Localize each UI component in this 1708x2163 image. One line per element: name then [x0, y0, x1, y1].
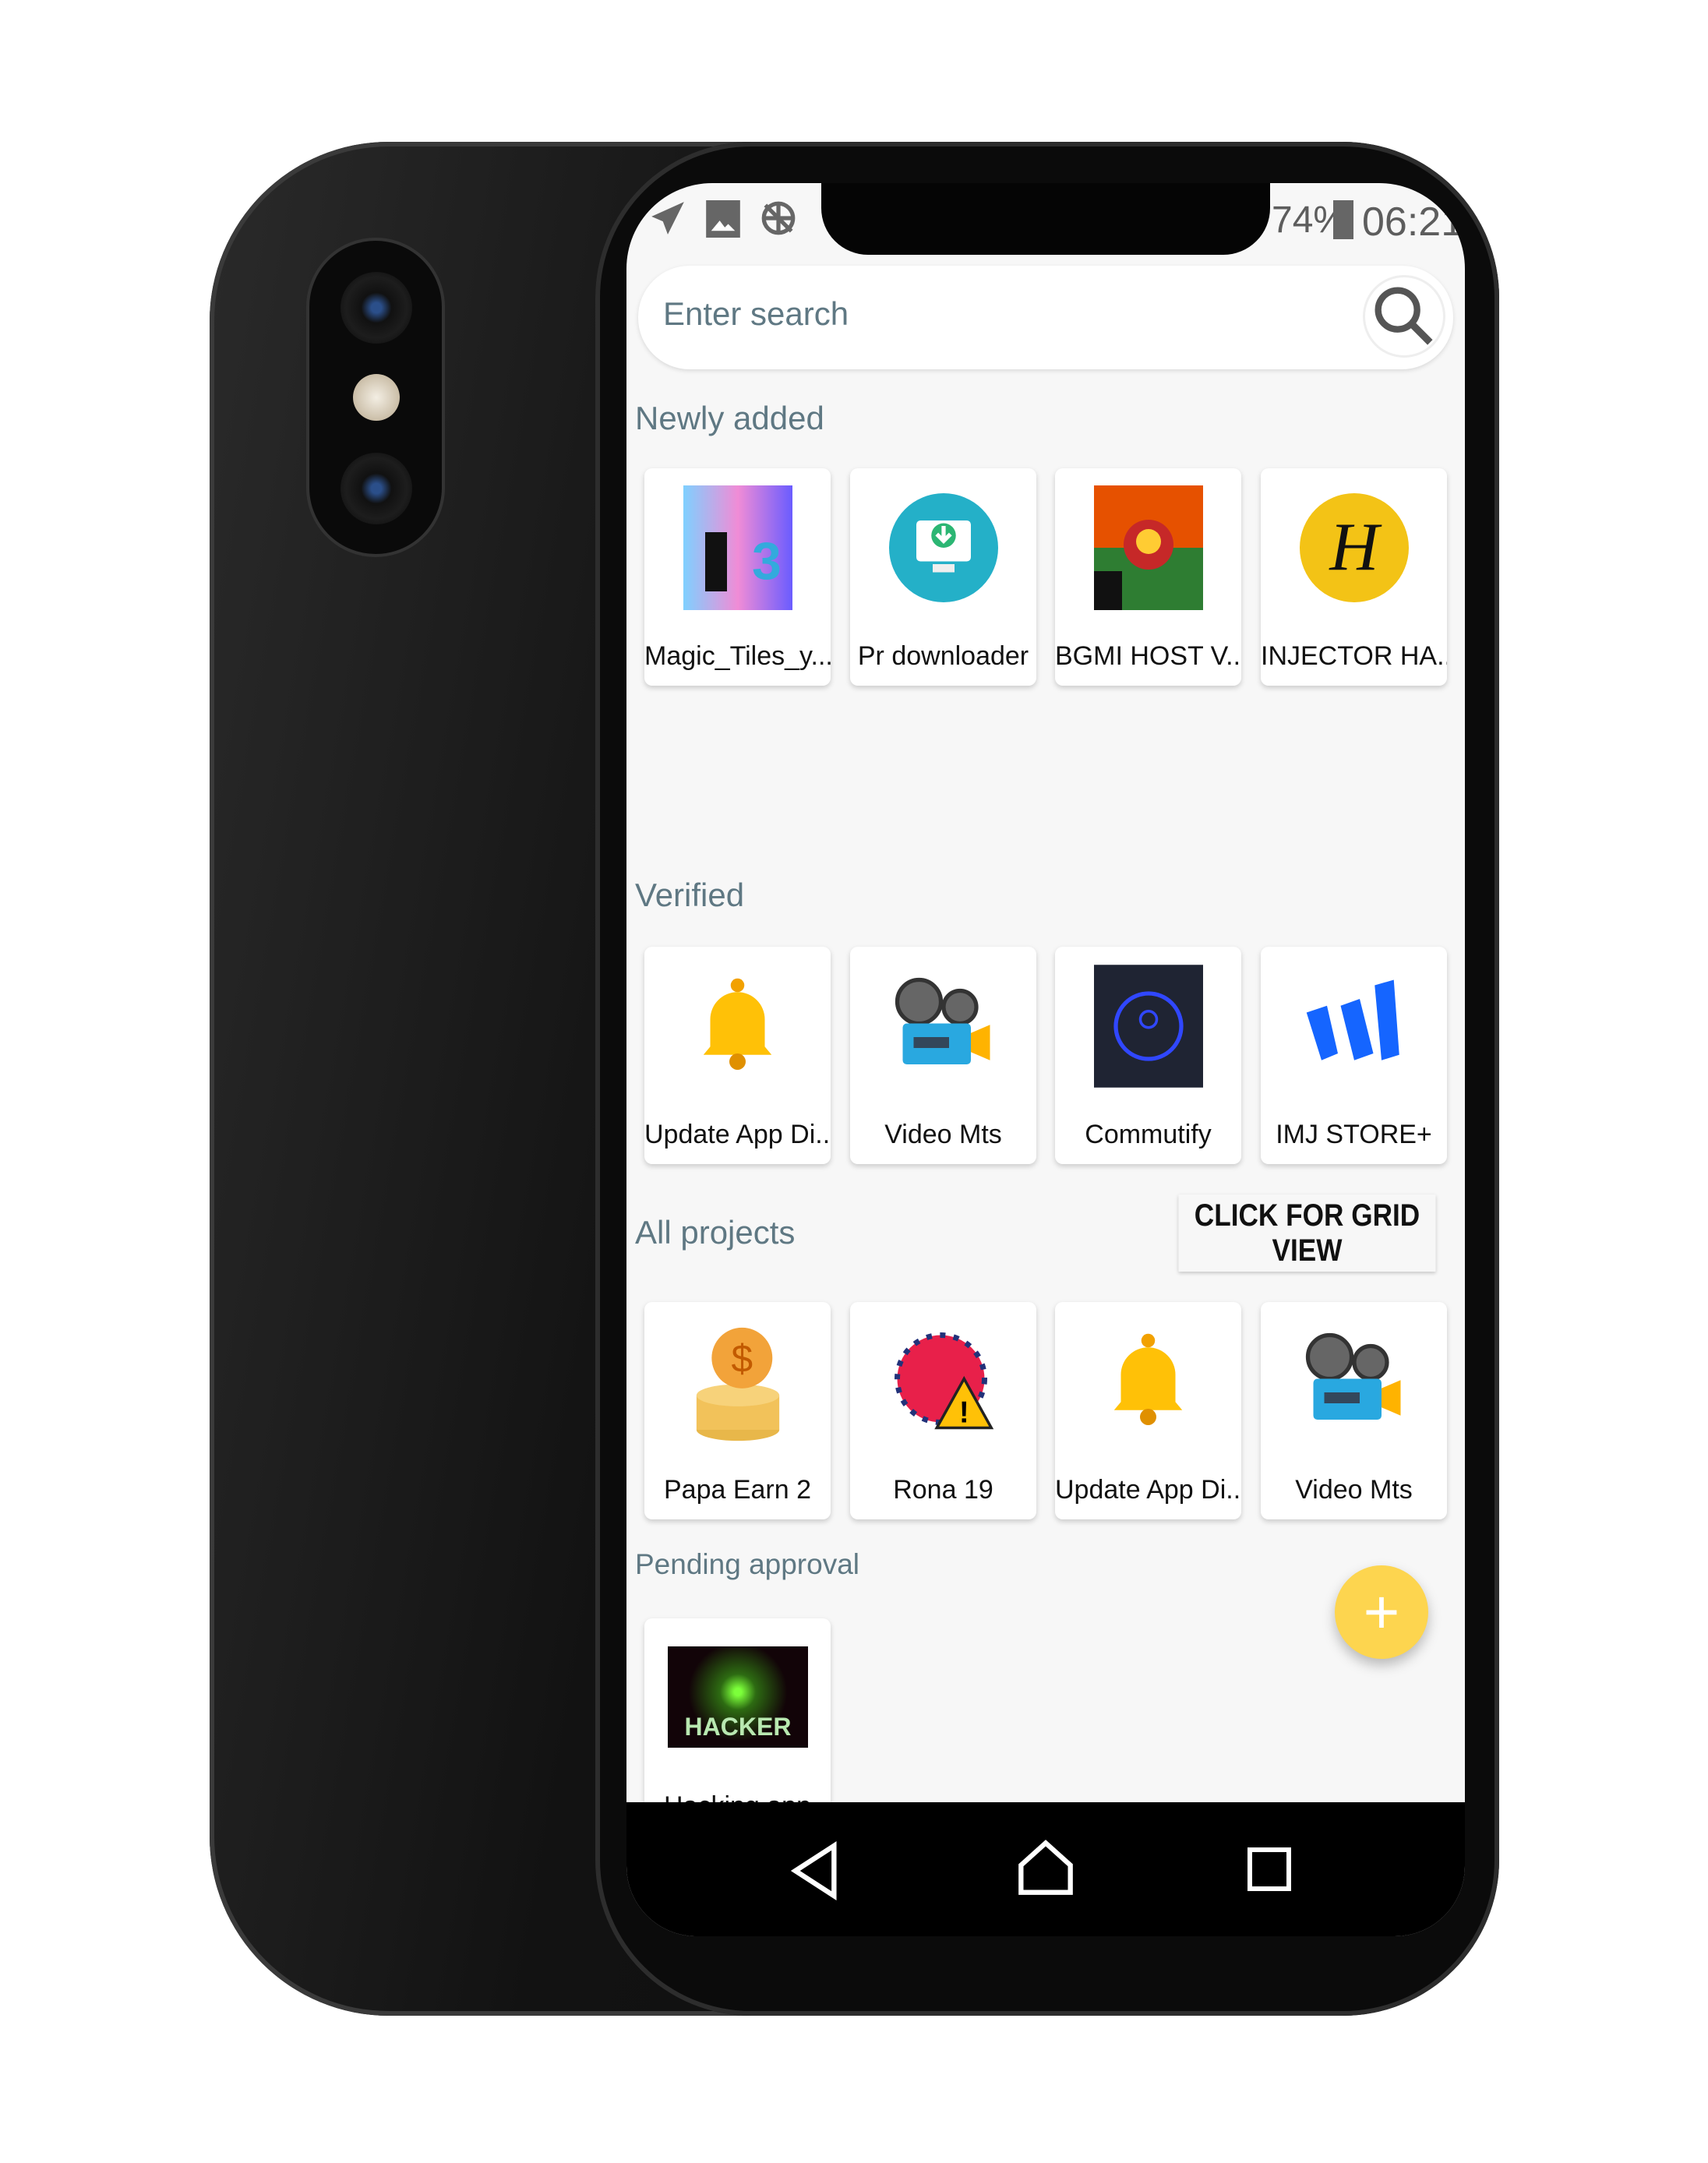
- flash-icon: [353, 374, 400, 421]
- camera-lens-icon: [341, 453, 412, 524]
- send-icon: [651, 202, 684, 235]
- section-title-pending-approval: Pending approval: [635, 1548, 859, 1580]
- app-card[interactable]: BGMI HOST V...: [1055, 468, 1241, 686]
- plus-icon: +: [1363, 1577, 1400, 1646]
- app-card[interactable]: ! Rona 19: [850, 1302, 1036, 1519]
- clock: 06:21: [1362, 199, 1464, 245]
- hacker-image-text: HACKER: [684, 1713, 792, 1741]
- app-card[interactable]: Update App Di...: [644, 947, 831, 1164]
- app-card[interactable]: 3 Magic_Tiles_y...: [644, 468, 831, 686]
- bell-icon: [683, 964, 792, 1089]
- home-icon[interactable]: [1016, 1838, 1075, 1897]
- rear-camera: [306, 238, 445, 557]
- app-card[interactable]: H INJECTOR HA...: [1261, 468, 1447, 686]
- navigation-bar: [626, 1802, 1465, 1936]
- svg-text:$: $: [731, 1337, 753, 1381]
- search-bar[interactable]: [638, 266, 1453, 369]
- app-card[interactable]: Pr downloader: [850, 468, 1036, 686]
- svg-text:3: 3: [752, 531, 782, 591]
- bgmi-icon: [1093, 485, 1203, 610]
- app-card[interactable]: IMJ STORE+: [1261, 947, 1447, 1164]
- app-card-label: Update App Di...: [1055, 1475, 1241, 1505]
- app-card-label: Papa Earn 2: [663, 1475, 812, 1505]
- bell-icon: [1094, 1319, 1203, 1444]
- coins-icon: $: [683, 1319, 792, 1444]
- recents-icon[interactable]: [1247, 1847, 1291, 1891]
- notch: [821, 183, 1270, 255]
- app-card-label: BGMI HOST V...: [1055, 641, 1241, 671]
- screen: 74% 06:21 Newly added 3Magic_Tiles_y...P…: [626, 183, 1465, 1936]
- magic-tiles-icon: 3: [683, 485, 792, 610]
- app-card[interactable]: Commutify: [1055, 947, 1241, 1164]
- search-icon: [1375, 287, 1433, 345]
- app-card-label: Pr downloader: [857, 641, 1029, 671]
- battery-icon: [1333, 200, 1353, 239]
- search-input[interactable]: [663, 295, 1286, 333]
- app-card-label: INJECTOR HA...: [1261, 641, 1447, 671]
- app-card-label: Video Mts: [884, 1120, 1002, 1149]
- app-card[interactable]: $ Papa Earn 2: [644, 1302, 831, 1519]
- section-title-verified: Verified: [635, 877, 745, 913]
- app-card-label: Magic_Tiles_y...: [644, 641, 831, 671]
- injector-h-icon: H: [1299, 485, 1409, 610]
- svg-text:H: H: [1329, 509, 1382, 584]
- back-icon[interactable]: [789, 1841, 843, 1900]
- app-card-label: Video Mts: [1295, 1475, 1413, 1505]
- app-card-label: Update App Di...: [644, 1120, 831, 1149]
- app-card[interactable]: Video Mts: [850, 947, 1036, 1164]
- camera-lens-icon: [341, 272, 412, 344]
- download-monitor-icon: [888, 485, 998, 610]
- section-title-all-projects: All projects: [635, 1214, 796, 1251]
- app-card-label: Commutify: [1085, 1120, 1212, 1149]
- commutify-icon: [1093, 964, 1203, 1089]
- app-card-label: IMJ STORE+: [1276, 1120, 1432, 1149]
- svg-text:!: !: [958, 1396, 969, 1430]
- movie-camera-icon: [1300, 1319, 1409, 1444]
- globe-off-icon: [761, 201, 796, 235]
- virus-warning-icon: !: [889, 1319, 998, 1444]
- app-card[interactable]: Update App Di...: [1055, 1302, 1241, 1519]
- image-icon: [706, 200, 740, 238]
- grid-view-button[interactable]: CLICK FOR GRID VIEW: [1178, 1194, 1436, 1272]
- section-title-newly-added: Newly added: [635, 400, 824, 436]
- search-button[interactable]: [1363, 275, 1445, 358]
- imj-store-icon: [1300, 964, 1409, 1089]
- movie-camera-icon: [889, 964, 998, 1089]
- hacker-icon: HACKER: [668, 1646, 808, 1748]
- app-card[interactable]: Video Mts: [1261, 1302, 1447, 1519]
- add-fab-button[interactable]: +: [1335, 1565, 1428, 1659]
- app-card-label: Rona 19: [893, 1475, 993, 1505]
